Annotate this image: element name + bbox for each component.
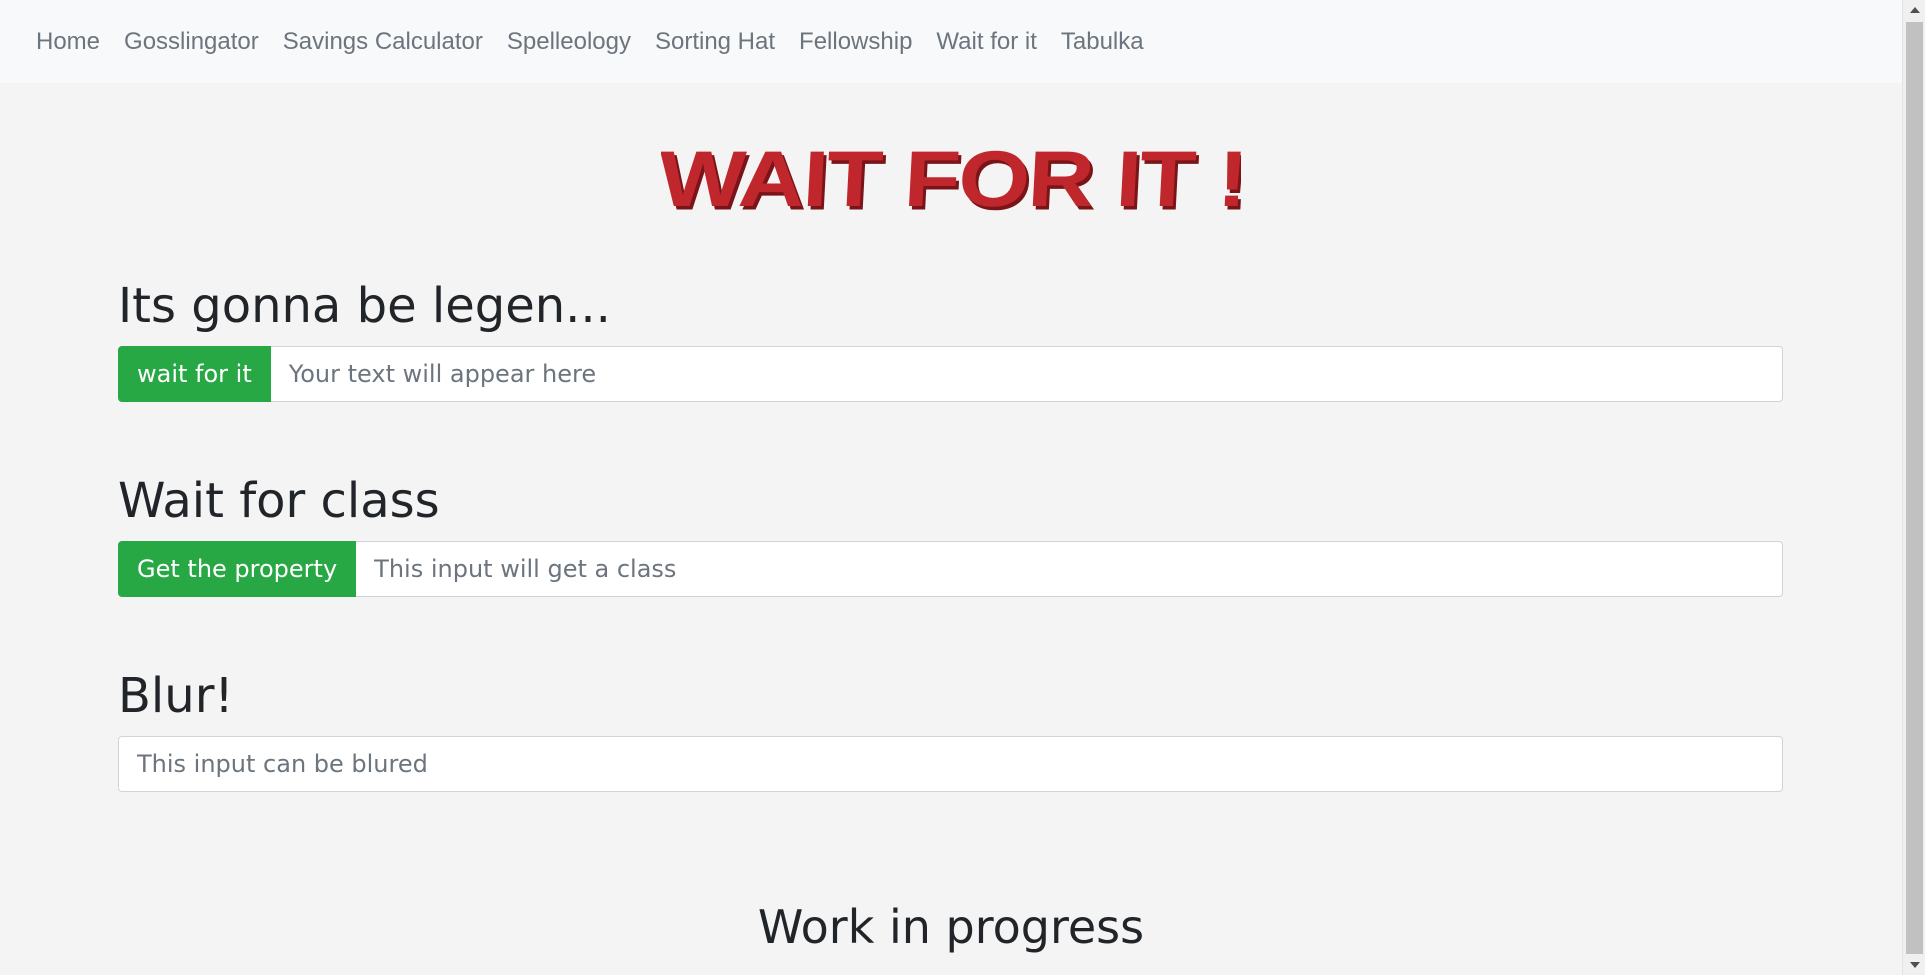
section-blur: Blur! [118,672,1783,792]
input-group: Get the property [118,541,1783,597]
class-text-input[interactable] [356,541,1783,597]
legen-text-input[interactable] [270,346,1783,402]
work-in-progress-heading: Work in progress [757,900,1145,954]
nav-link-sorting-hat[interactable]: Sorting Hat [655,29,775,54]
nav-link-spelleology[interactable]: Spelleology [507,29,631,54]
nav-link-fellowship[interactable]: Fellowship [799,29,912,54]
section-heading: Blur! [118,668,234,724]
section-heading: Its gonna be legen... [118,278,611,334]
triangle-up-icon[interactable] [1903,0,1925,20]
section-wait-for-class: Wait for class Get the property [118,477,1783,597]
nav-link-home[interactable]: Home [36,29,100,54]
navbar: Home Gosslingator Savings Calculator Spe… [0,0,1902,83]
logo-text: WAIT FOR IT ! [661,135,1241,223]
vertical-scrollbar[interactable] [1902,0,1925,975]
blur-text-input[interactable] [118,736,1783,792]
triangle-down-icon[interactable] [1903,955,1925,975]
nav-link-savings-calculator[interactable]: Savings Calculator [283,29,483,54]
section-heading: Wait for class [118,473,440,529]
wait-for-it-button[interactable]: wait for it [118,346,271,402]
input-group: wait for it [118,346,1783,402]
section-legen: Its gonna be legen... wait for it [118,282,1783,402]
page: Home Gosslingator Savings Calculator Spe… [0,0,1925,975]
nav-link-tabulka[interactable]: Tabulka [1061,29,1144,54]
input-group [118,736,1783,792]
content-area: Home Gosslingator Savings Calculator Spe… [0,0,1902,975]
get-property-button[interactable]: Get the property [118,541,357,597]
nav-link-gosslingator[interactable]: Gosslingator [124,29,259,54]
nav-link-wait-for-it[interactable]: Wait for it [936,29,1036,54]
logo-banner: WAIT FOR IT ! WAIT FOR IT ! [0,120,1902,230]
wait-for-it-logo: WAIT FOR IT ! WAIT FOR IT ! [661,135,1241,227]
scrollbar-thumb[interactable] [1906,22,1923,954]
